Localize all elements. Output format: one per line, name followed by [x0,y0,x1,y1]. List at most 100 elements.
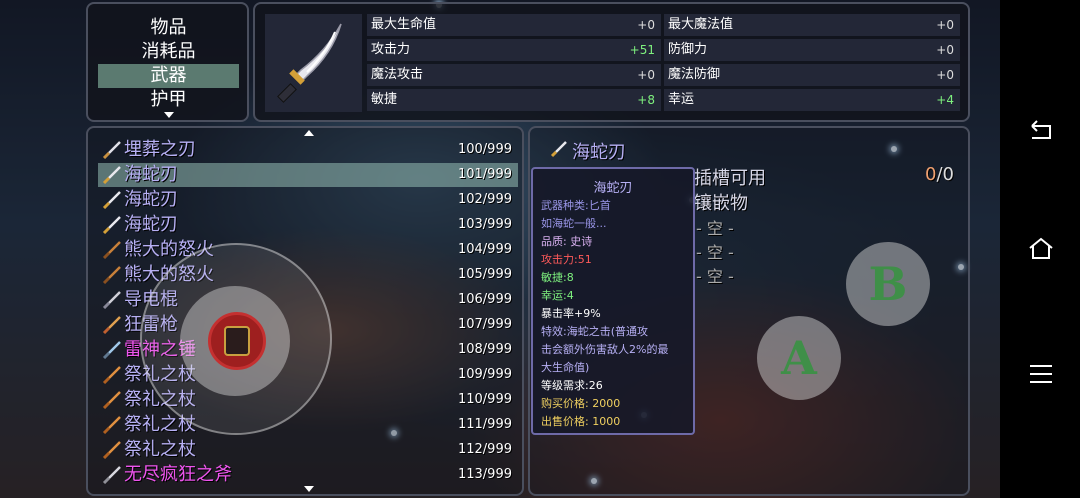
item-name: 海蛇刃 [124,164,178,185]
item-count: 111/999 [457,417,512,432]
sea-serpent-blade-icon [102,166,121,184]
b-button-label: B [868,257,908,311]
inventory-row[interactable]: 熊大的怒火 104/999 [98,238,518,262]
inventory-row[interactable]: 埋葬之刃 100/999 [98,138,518,162]
empty-slot[interactable]: - 空 - [696,263,734,287]
stats-panel: 最大生命值 +0 攻击力 +51 魔法攻击 +0 敏捷 +8 最大魔法值 +0 … [253,2,970,122]
system-nav-bar [1000,0,1080,498]
stat-name: 幸运 [668,92,695,107]
item-count: 109/999 [457,367,512,382]
hammer-icon [102,341,121,359]
item-name: 无尽疯狂之斧 [124,464,232,485]
sea-serpent-blade-icon [550,141,567,158]
back-icon[interactable] [1028,118,1054,144]
claw-icon [102,266,121,284]
staff-icon [102,416,121,434]
stat-value: +0 [936,18,954,32]
category-menu: 物品 消耗品 武器 护甲 [86,2,249,122]
inventory-row[interactable]: 海蛇刃 103/999 [98,213,518,237]
inventory-row[interactable]: 海蛇刃 102/999 [98,188,518,212]
rod-icon [102,291,121,309]
item-name: 埋葬之刃 [124,139,196,160]
staff-icon [102,366,121,384]
joystick-emblem-icon [224,326,250,356]
item-tooltip: 海蛇刃 武器种类:匕首 如海蛇一般... 品质: 史诗 攻击力:51 敏捷:8 幸运:4 暴… [531,167,695,435]
tooltip-line: 武器种类:匕首 [541,199,611,212]
item-count: 106/999 [457,292,512,307]
stat-value: +0 [637,68,655,82]
gem-label: 镶嵌物 [694,193,748,214]
home-icon[interactable] [1028,236,1054,262]
stat-value: +0 [936,43,954,57]
scroll-up-arrow-icon[interactable] [304,130,314,136]
category-consumables[interactable]: 消耗品 [98,40,239,64]
tooltip-line: 出售价格: 1000 [541,415,621,428]
item-count: 102/999 [457,192,512,207]
weapon-preview [265,14,362,112]
category-armor[interactable]: 护甲 [98,88,239,112]
item-count: 113/999 [457,467,512,482]
item-count: 105/999 [457,267,512,282]
axe-icon [102,466,121,484]
stat-value: +0 [936,68,954,82]
stat-row-magic-attack: 魔法攻击 +0 [367,64,661,86]
tooltip-line: 攻击力:51 [541,253,592,266]
tooltip-line: 特效:海蛇之击(普通攻 [541,325,648,338]
stat-row-max-hp: 最大生命值 +0 [367,14,661,36]
spear-icon [102,316,121,334]
scroll-down-arrow-icon[interactable] [164,112,174,118]
item-count: 101/999 [457,167,512,182]
stat-name: 敏捷 [371,92,398,107]
inventory-row[interactable]: 祭礼之杖 112/999 [98,438,518,462]
inventory-row[interactable]: 祭礼之杖 111/999 [98,413,518,437]
slot-count-used: 0 [925,164,937,185]
stat-name: 防御力 [668,42,708,57]
tooltip-title: 海蛇刃 [593,181,633,196]
tooltip-line: 如海蛇一般... [541,217,607,230]
stat-row-defense: 防御力 +0 [664,39,960,61]
menu-icon[interactable] [1028,361,1054,387]
b-button[interactable]: B [846,242,930,326]
slot-count: 0/0 [925,164,954,185]
item-count: 108/999 [457,342,512,357]
staff-icon [102,441,121,459]
stat-row-attack: 攻击力 +51 [367,39,661,61]
staff-icon [102,391,121,409]
sea-serpent-blade-icon [102,216,121,234]
item-count: 104/999 [457,242,512,257]
tooltip-line: 幸运:4 [541,289,574,302]
stat-name: 最大生命值 [371,17,437,32]
inventory-row[interactable]: 无尽疯狂之斧 113/999 [98,463,518,487]
stat-row-luck: 幸运 +4 [664,89,960,111]
category-items[interactable]: 物品 [98,16,239,40]
stat-row-max-mp: 最大魔法值 +0 [664,14,960,36]
category-weapons[interactable]: 武器 [98,64,239,88]
item-count: 112/999 [457,442,512,457]
a-button[interactable]: A [757,316,841,400]
tooltip-line: 击会额外伤害敌人2%的最 [541,343,669,356]
item-name: 海蛇刃 [124,214,178,235]
item-count: 110/999 [457,392,512,407]
empty-slot[interactable]: - 空 - [696,239,734,263]
item-name: 海蛇刃 [124,189,178,210]
tooltip-line: 暴击率+9% [541,307,601,320]
empty-slot[interactable]: - 空 - [696,215,734,239]
slot-available-label: 插槽可用 [694,168,766,189]
tooltip-line: 大生命值) [541,361,590,374]
item-name: 祭礼之杖 [124,439,196,460]
stat-row-agility: 敏捷 +8 [367,89,661,111]
scroll-down-arrow-icon[interactable] [304,486,314,492]
sea-serpent-blade-icon [102,191,121,209]
inventory-row[interactable]: 海蛇刃 101/999 [98,163,518,187]
sea-serpent-blade-icon [277,23,342,103]
stat-name: 魔法攻击 [371,67,424,82]
item-count: 103/999 [457,217,512,232]
item-count: 100/999 [457,142,512,157]
stat-value: +51 [629,43,655,57]
tooltip-line: 等级需求:26 [541,379,603,392]
a-button-label: A [781,331,817,385]
stat-value: +0 [637,18,655,32]
item-count: 107/999 [457,317,512,332]
stat-value: +4 [936,93,954,107]
tooltip-line: 敏捷:8 [541,271,574,284]
